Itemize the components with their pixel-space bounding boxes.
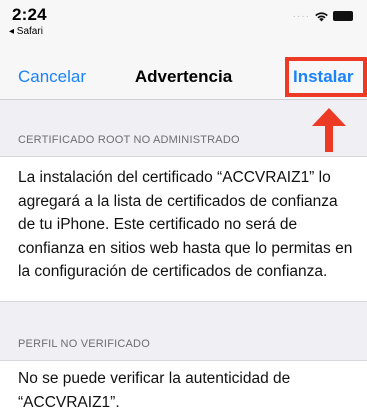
section-panel-root-certificate: La instalación del certificado “ACCVRAIZ… bbox=[0, 156, 367, 302]
status-time: 2:24 bbox=[12, 5, 47, 24]
battery-icon bbox=[333, 11, 353, 21]
dots-signal-icon: ···· bbox=[292, 10, 310, 22]
status-icons: ···· bbox=[293, 10, 353, 22]
section-header-root-certificate: CERTIFICADO ROOT NO ADMINISTRADO bbox=[18, 134, 240, 146]
section-body-root-certificate: La instalación del certificado “ACCVRAIZ… bbox=[18, 169, 353, 280]
wifi-icon bbox=[315, 11, 328, 21]
section-panel-unverified-profile: No se puede verificar la autenticidad de… bbox=[0, 360, 367, 412]
section-header-unverified-profile: PERFIL NO VERIFICADO bbox=[18, 338, 150, 350]
up-arrow-icon bbox=[312, 108, 346, 152]
back-to-safari-link[interactable]: ◂ Safari bbox=[9, 26, 43, 37]
status-bar: 2:24 ◂ Safari ···· bbox=[0, 0, 367, 42]
install-button[interactable]: Instalar bbox=[293, 67, 353, 87]
section-body-unverified-profile: No se puede verificar la autenticidad de… bbox=[18, 370, 291, 411]
navigation-bar: Cancelar Advertencia Instalar bbox=[0, 42, 367, 100]
